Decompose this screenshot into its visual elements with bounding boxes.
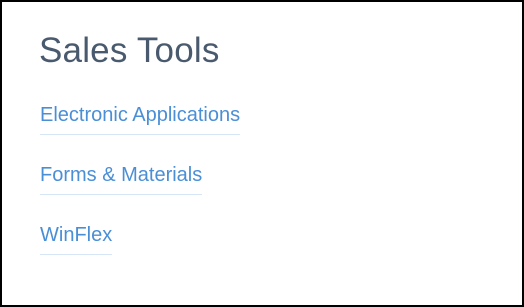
list-item: Forms & Materials [40, 160, 240, 195]
forms-and-materials-link[interactable]: Forms & Materials [40, 160, 203, 195]
winflex-link[interactable]: WinFlex [40, 220, 113, 255]
electronic-applications-link[interactable]: Electronic Applications [40, 100, 241, 135]
sales-tools-panel: Sales Tools Electronic Applications Form… [0, 0, 524, 307]
list-item: WinFlex [40, 220, 240, 255]
panel-title: Sales Tools [39, 31, 220, 70]
list-item: Electronic Applications [40, 100, 241, 135]
sales-tools-link-list: Electronic Applications Forms & Material… [40, 100, 241, 280]
